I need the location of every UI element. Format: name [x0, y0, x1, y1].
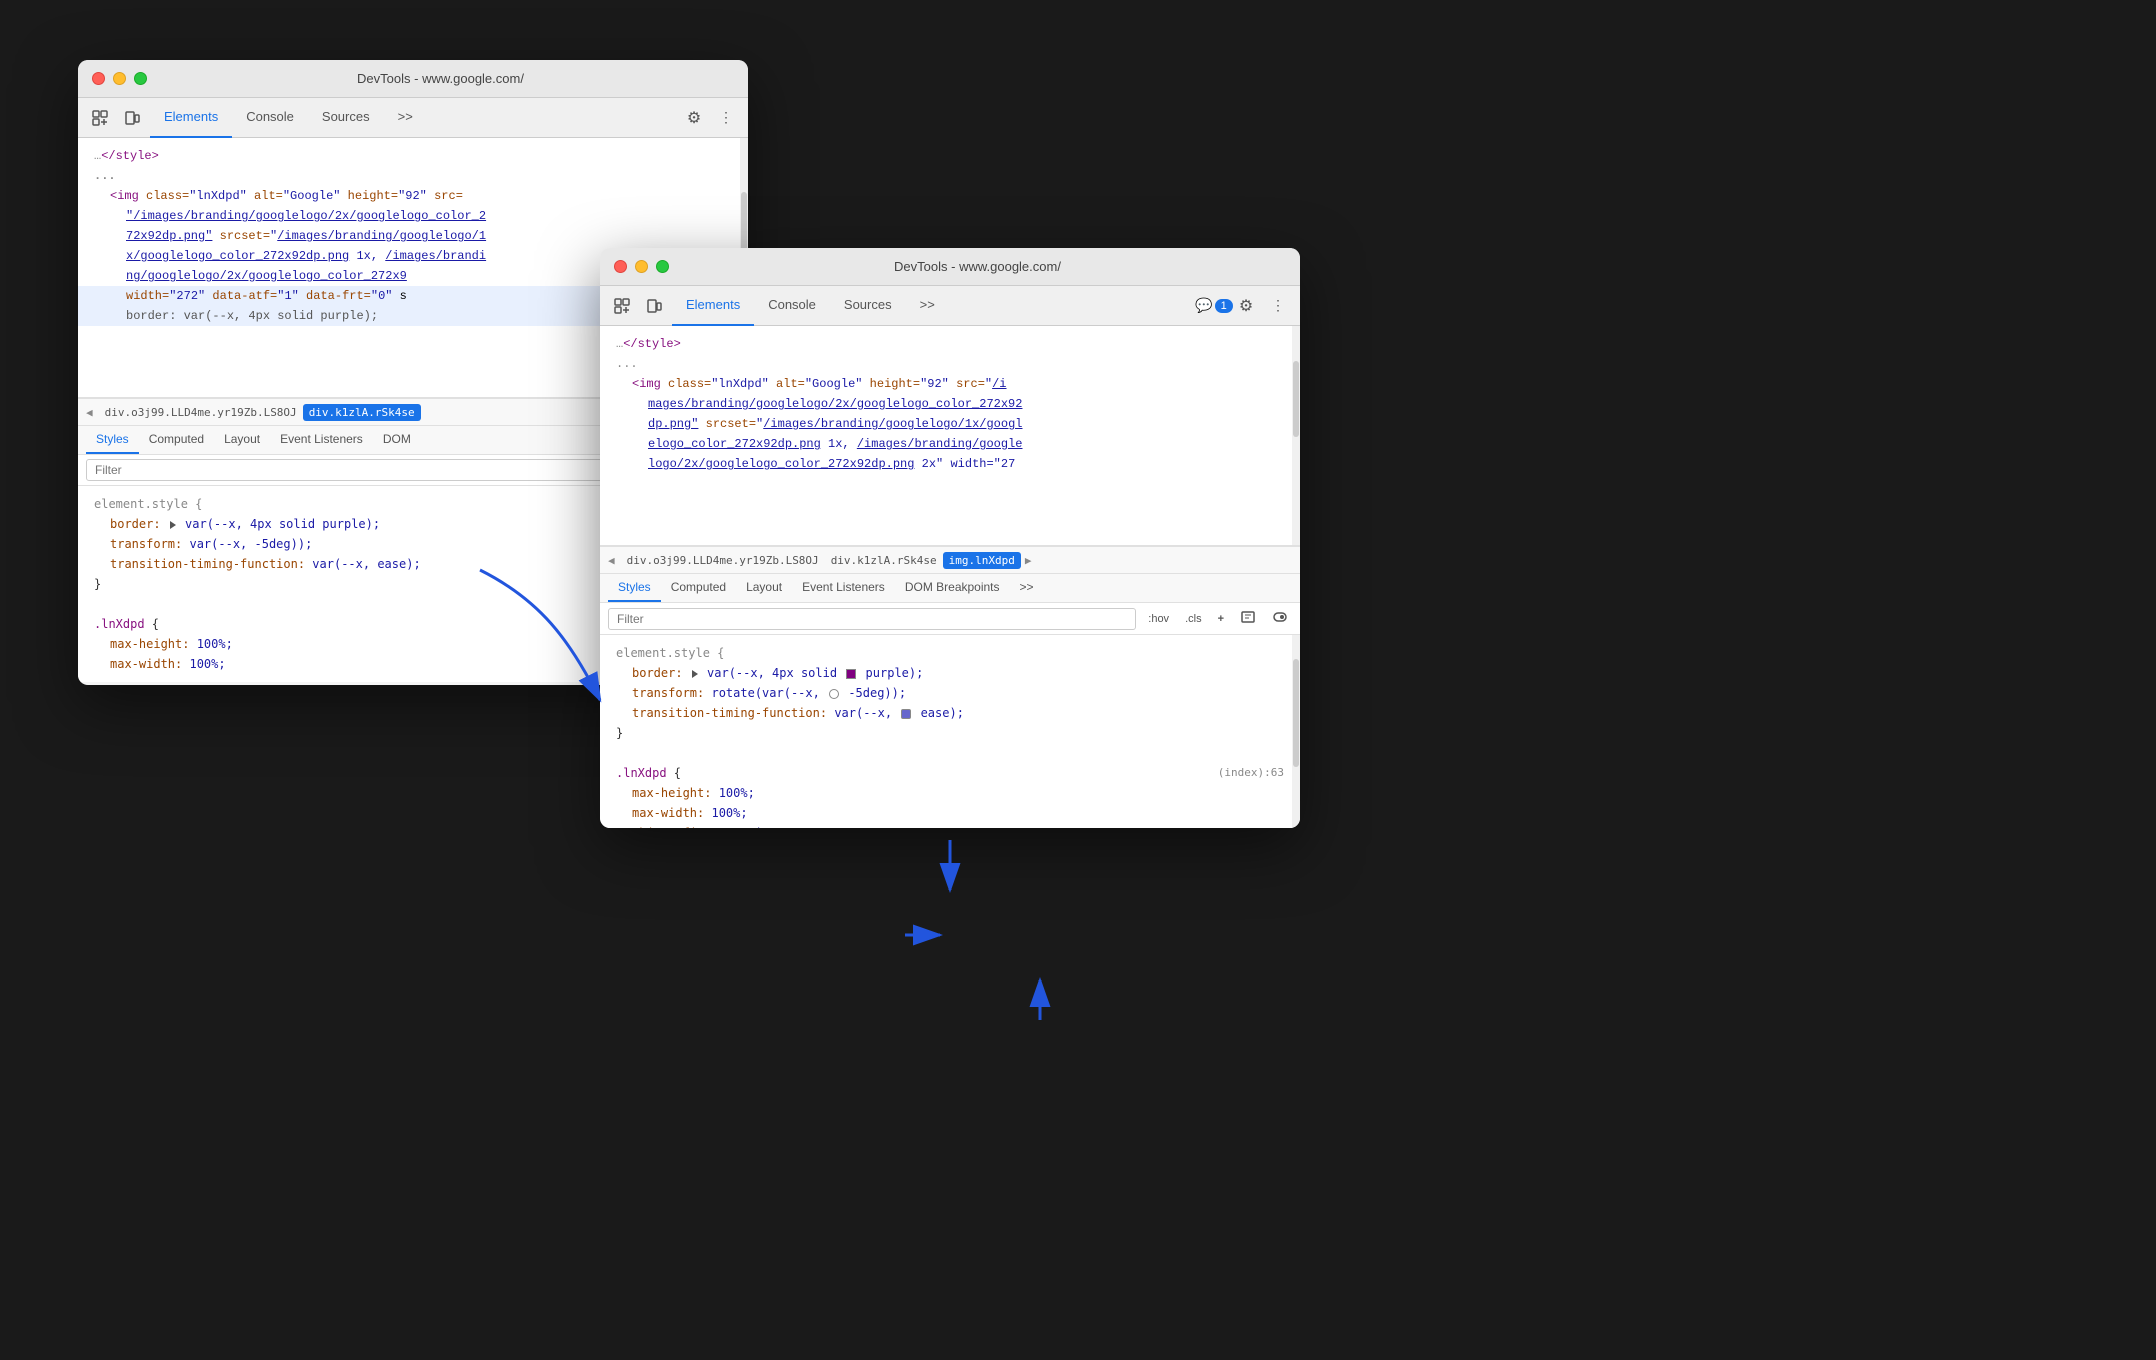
scrollbar-html-front[interactable] — [1292, 326, 1300, 545]
tab-dom-back[interactable]: DOM — [373, 426, 421, 454]
titlebar-front: DevTools - www.google.com/ — [600, 248, 1300, 286]
filter-hov-front[interactable]: :hov — [1144, 611, 1173, 627]
breadcrumb-back-arrow-front[interactable]: ◀ — [608, 554, 615, 567]
html-line-img-front4: elogo_color_272x92dp.png 1x, /images/bra… — [600, 434, 1300, 454]
close-button[interactable] — [92, 72, 105, 85]
html-line-img1: <img class="lnXdpd" alt="Google" height=… — [78, 186, 748, 206]
color-swatch-purple[interactable] — [846, 669, 856, 679]
css-lnxdpd-selector: .lnXdpd { — [616, 763, 681, 783]
tab-styles-back[interactable]: Styles — [86, 426, 139, 454]
css-objectfit-front: object-fit: contain; — [616, 823, 1284, 828]
minimize-button-front[interactable] — [635, 260, 648, 273]
more-icon-front[interactable]: ⋮ — [1264, 292, 1292, 320]
css-transform-front: transform: rotate(var(--x, -5deg)); — [616, 683, 1284, 703]
html-line-img-front5: logo/2x/googlelogo_color_272x92dp.png 2x… — [600, 454, 1300, 474]
html-line-style-front: …</style> — [600, 334, 1300, 354]
css-content-front: element.style { border: var(--x, 4px sol… — [600, 635, 1300, 828]
close-button-front[interactable] — [614, 260, 627, 273]
tab-console-back[interactable]: Console — [232, 98, 308, 138]
tab-computed-back[interactable]: Computed — [139, 426, 214, 454]
window-title-back: DevTools - www.google.com/ — [147, 71, 734, 86]
titlebar-back: DevTools - www.google.com/ — [78, 60, 748, 98]
filter-cls-front[interactable]: .cls — [1181, 611, 1206, 627]
css-transition-front: transition-timing-function: var(--x, eas… — [616, 703, 1284, 723]
breadcrumb-img-front[interactable]: img.lnXdpd — [943, 552, 1021, 569]
breadcrumb-div1-front[interactable]: div.o3j99.LLD4me.yr19Zb.LS8OJ — [621, 552, 825, 569]
breadcrumb-front: ◀ div.o3j99.LLD4me.yr19Zb.LS8OJ div.k1zl… — [600, 546, 1300, 574]
tab-bar-back: Elements Console Sources >> — [150, 98, 676, 138]
styles-tabs-front: Styles Computed Layout Event Listeners D… — [600, 574, 1300, 603]
html-line-img-front2: mages/branding/googlelogo/2x/googlelogo_… — [600, 394, 1300, 414]
html-line-style: …</style> — [78, 146, 748, 166]
tab-styles-front[interactable]: Styles — [608, 574, 661, 602]
device-icon[interactable] — [118, 104, 146, 132]
breadcrumb-div2-front[interactable]: div.k1zlA.rSk4se — [825, 552, 943, 569]
css-selector-element-front: element.style { — [616, 643, 1284, 663]
css-lnxdpd-row: .lnXdpd { (index):63 — [616, 763, 1284, 783]
css-maxwidth-front: max-width: 100%; — [616, 803, 1284, 823]
maximize-button-front[interactable] — [656, 260, 669, 273]
traffic-lights-back — [92, 72, 147, 85]
tab-console-front[interactable]: Console — [754, 286, 830, 326]
html-line-img2: "/images/branding/googlelogo/2x/googlelo… — [78, 206, 748, 226]
badge-count: 1 — [1215, 299, 1233, 313]
toolbar-right-front: 💬 1 ⚙ ⋮ — [1200, 292, 1292, 320]
filter-add-front[interactable]: + — [1214, 611, 1228, 627]
tab-sources-front[interactable]: Sources — [830, 286, 906, 326]
tab-bar-front: Elements Console Sources >> — [672, 286, 1196, 326]
breadcrumb-item-div2-back[interactable]: div.k1zlA.rSk4se — [303, 404, 421, 421]
breadcrumb-back-arrow[interactable]: ◀ — [86, 406, 93, 419]
tab-more-front[interactable]: >> — [906, 286, 949, 326]
toolbar-right-back: ⚙ ⋮ — [680, 104, 740, 132]
filter-input-back[interactable] — [86, 459, 671, 481]
html-line-img-front3: dp.png" srcset="/images/branding/googlel… — [600, 414, 1300, 434]
tab-event-listeners-front[interactable]: Event Listeners — [792, 574, 895, 602]
tab-dom-breakpoints-front[interactable]: DOM Breakpoints — [895, 574, 1010, 602]
devtools-window-front: DevTools - www.google.com/ Elements Cons… — [600, 248, 1300, 828]
html-line-img3: 72x92dp.png" srcset="/images/branding/go… — [78, 226, 748, 246]
breadcrumb-forward-arrow[interactable]: ▶ — [1025, 554, 1032, 567]
css-source-link[interactable]: (index):63 — [1218, 763, 1284, 783]
html-line-dots-front: ... — [600, 354, 1300, 374]
more-icon-back[interactable]: ⋮ — [712, 104, 740, 132]
chat-icon-front[interactable]: 💬 1 — [1200, 292, 1228, 320]
toolbar-back: Elements Console Sources >> ⚙ ⋮ — [78, 98, 748, 138]
tab-more-back[interactable]: >> — [384, 98, 427, 138]
circle-swatch-rotate[interactable] — [829, 689, 839, 699]
toolbar-front: Elements Console Sources >> 💬 1 ⚙ ⋮ — [600, 286, 1300, 326]
html-panel-front: …</style> ... <img class="lnXdpd" alt="G… — [600, 326, 1300, 546]
settings-icon-front[interactable]: ⚙ — [1232, 292, 1260, 320]
settings-icon-back[interactable]: ⚙ — [680, 104, 708, 132]
maximize-button[interactable] — [134, 72, 147, 85]
tab-layout-front[interactable]: Layout — [736, 574, 792, 602]
window-title-front: DevTools - www.google.com/ — [669, 259, 1286, 274]
filter-toggle-front[interactable] — [1268, 607, 1292, 630]
css-brace-front: } — [616, 723, 1284, 743]
tab-elements-front[interactable]: Elements — [672, 286, 754, 326]
device-icon-front[interactable] — [640, 292, 668, 320]
breadcrumb-item-div1-back[interactable]: div.o3j99.LLD4me.yr19Zb.LS8OJ — [99, 404, 303, 421]
html-line-img-front1: <img class="lnXdpd" alt="Google" height=… — [600, 374, 1300, 394]
tab-more-styles-front[interactable]: >> — [1010, 574, 1044, 602]
filter-input-front[interactable] — [608, 608, 1136, 630]
tab-layout-back[interactable]: Layout — [214, 426, 270, 454]
inspector-icon[interactable] — [86, 104, 114, 132]
scrollbar-css-front[interactable] — [1292, 635, 1300, 828]
tab-elements-back[interactable]: Elements — [150, 98, 232, 138]
tab-computed-front[interactable]: Computed — [661, 574, 736, 602]
inspector-icon-front[interactable] — [608, 292, 636, 320]
filter-newstyle-front[interactable] — [1236, 607, 1260, 630]
filter-bar-front: :hov .cls + — [600, 603, 1300, 635]
checkbox-swatch-ease[interactable] — [901, 709, 911, 719]
tab-sources-back[interactable]: Sources — [308, 98, 384, 138]
minimize-button[interactable] — [113, 72, 126, 85]
css-border-front: border: var(--x, 4px solid purple); — [616, 663, 1284, 683]
css-maxheight-front: max-height: 100%; — [616, 783, 1284, 803]
html-line-dots: ... — [78, 166, 748, 186]
tab-event-listeners-back[interactable]: Event Listeners — [270, 426, 373, 454]
traffic-lights-front — [614, 260, 669, 273]
